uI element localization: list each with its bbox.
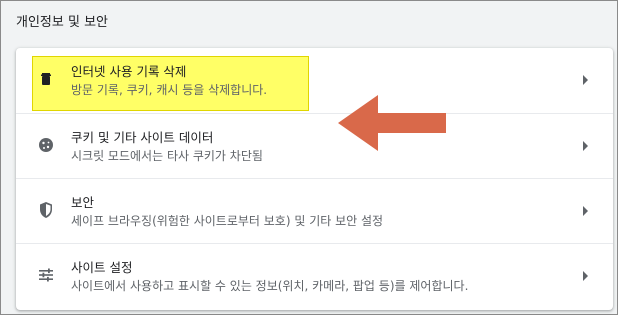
row-clear-browsing-data[interactable]: 인터넷 사용 기록 삭제 방문 기록, 쿠키, 캐시 등을 삭제합니다. [16, 48, 613, 113]
row-description: 세이프 브라우징(위험한 사이트로부터 보호) 및 기타 보안 설정 [71, 214, 384, 228]
row-site-settings[interactable]: 사이트 설정 사이트에서 사용하고 표시할 수 있는 정보(위치, 카메라, 팝… [16, 243, 613, 308]
row-title: 인터넷 사용 기록 삭제 [71, 64, 187, 79]
cookie-icon [36, 135, 56, 155]
row-title: 사이트 설정 [71, 260, 133, 275]
row-cookies[interactable]: 쿠키 및 기타 사이트 데이터 시크릿 모드에서는 타사 쿠키가 차단됨 [16, 113, 613, 178]
row-description: 시크릿 모드에서는 타사 쿠키가 차단됨 [71, 149, 263, 163]
row-title: 보안 [71, 195, 95, 210]
chevron-right-icon [581, 271, 589, 281]
row-security[interactable]: 보안 세이프 브라우징(위험한 사이트로부터 보호) 및 기타 보안 설정 [16, 178, 613, 243]
row-title: 쿠키 및 기타 사이트 데이터 [71, 130, 214, 145]
settings-panel: 개인정보 및 보안 인터넷 사용 기록 삭제 방문 기록, 쿠키, 캐시 등을 … [0, 0, 618, 315]
chevron-right-icon [581, 75, 589, 85]
chevron-right-icon [581, 206, 589, 216]
annotation-arrow-icon [338, 95, 446, 151]
sliders-icon [36, 265, 56, 285]
trash-icon [36, 69, 56, 89]
chevron-right-icon [581, 141, 589, 151]
privacy-card: 인터넷 사용 기록 삭제 방문 기록, 쿠키, 캐시 등을 삭제합니다. 쿠키 … [16, 48, 613, 310]
shield-icon [36, 200, 56, 220]
section-title: 개인정보 및 보안 [16, 15, 108, 30]
row-description: 방문 기록, 쿠키, 캐시 등을 삭제합니다. [71, 83, 268, 97]
row-description: 사이트에서 사용하고 표시할 수 있는 정보(위치, 카메라, 팝업 등)를 제… [71, 279, 469, 293]
